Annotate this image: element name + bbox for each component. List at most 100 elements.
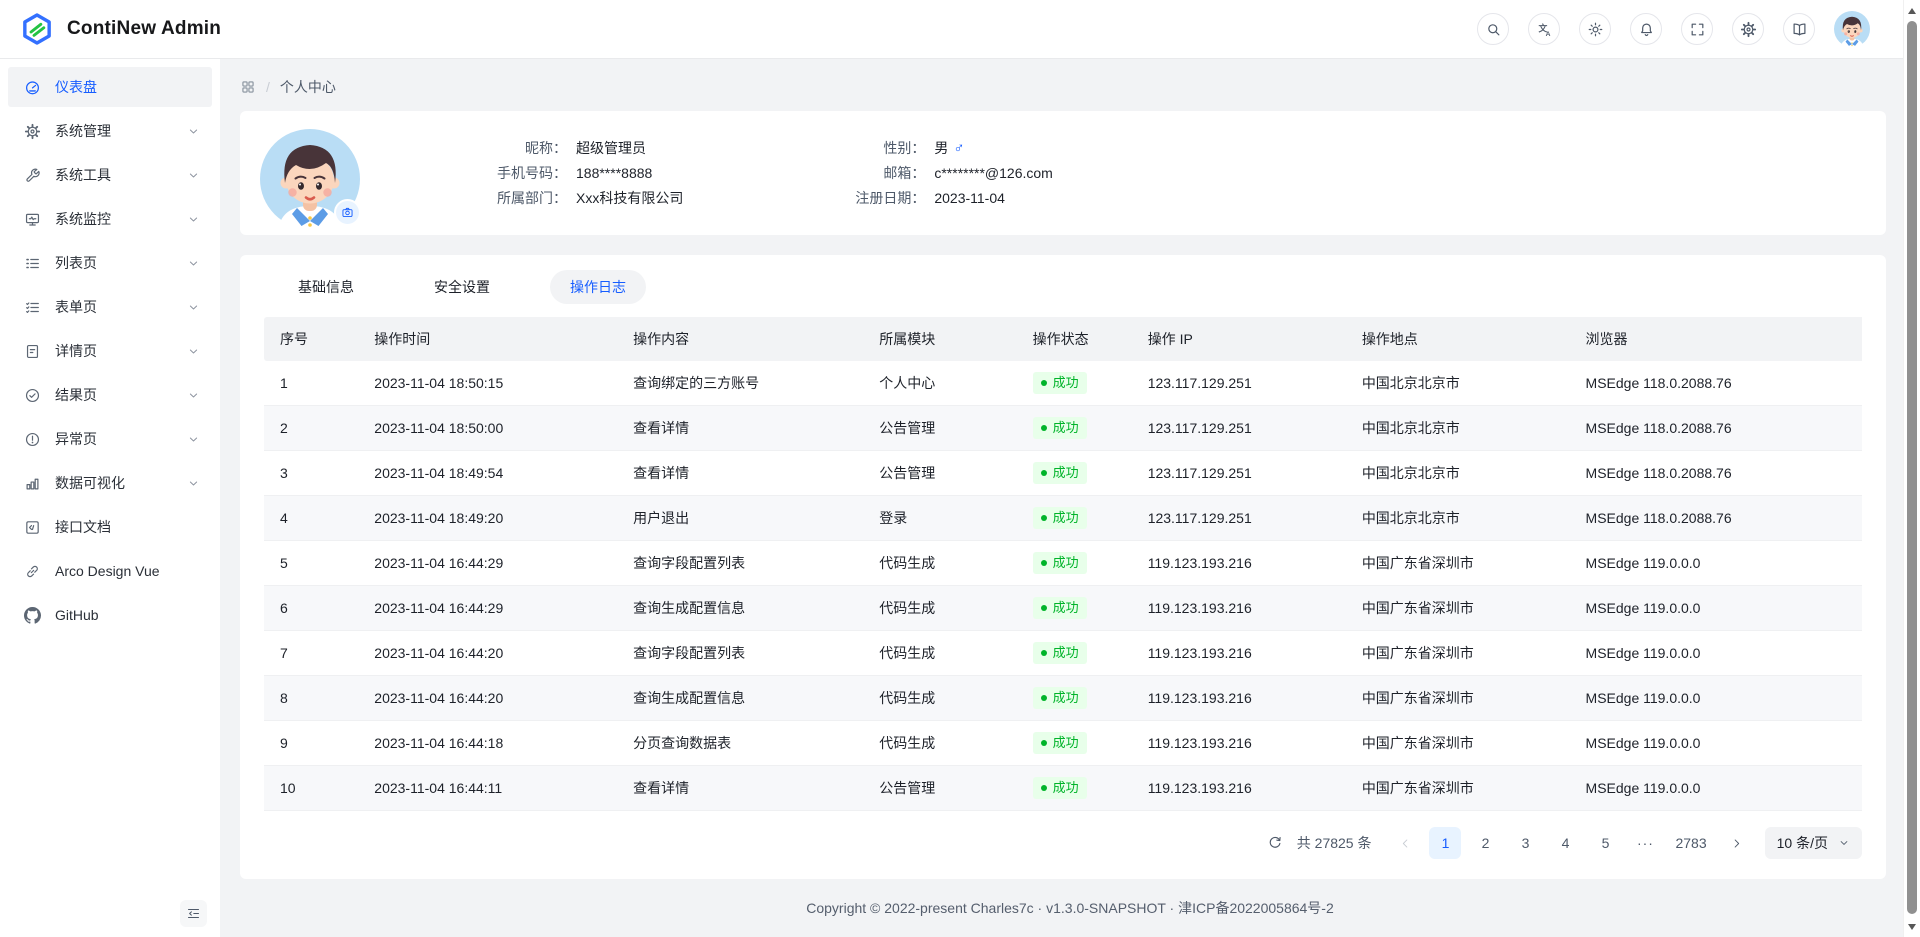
next-page-button[interactable] [1721,827,1753,859]
cell-browser: MSEdge 118.0.2088.76 [1570,451,1862,496]
status-label: 成功 [1053,375,1079,391]
field-label: 昵称： [455,138,567,158]
prev-page-button[interactable] [1389,827,1421,859]
column-header: 操作状态 [1017,317,1132,361]
page-2783-button[interactable]: 2783 [1669,827,1712,859]
cell-browser: MSEdge 119.0.0.0 [1570,541,1862,586]
sidebar-item-system-monitor[interactable]: 系统监控 [8,199,212,239]
cell-serial: 9 [264,721,358,766]
cell-ip: 119.123.193.216 [1132,586,1346,631]
pagination-ellipsis[interactable]: ··· [1629,827,1661,859]
scrollbar-down-arrow[interactable] [1908,924,1916,930]
sidebar-item-system-management[interactable]: 系统管理 [8,111,212,151]
sidebar-item-data-visualization[interactable]: 数据可视化 [8,463,212,503]
status-badge: 成功 [1033,597,1087,619]
menu-item-icon [24,475,41,492]
field-value: c********@126.com [934,165,1053,181]
sidebar-item-form-page[interactable]: 表单页 [8,287,212,327]
scrollbar-thumb[interactable] [1907,21,1917,914]
cell-browser: MSEdge 119.0.0.0 [1570,766,1862,811]
table-row: 9 2023-11-04 16:44:18 分页查询数据表 代码生成 成功 11… [264,721,1862,766]
field-label: 手机号码： [455,163,567,183]
page-5-button[interactable]: 5 [1589,827,1621,859]
cell-browser: MSEdge 119.0.0.0 [1570,721,1862,766]
cell-time: 2023-11-04 16:44:29 [358,586,617,631]
table-row: 5 2023-11-04 16:44:29 查询字段配置列表 代码生成 成功 1… [264,541,1862,586]
language-button[interactable] [1528,13,1560,45]
settings-button[interactable] [1732,13,1764,45]
profile-avatar[interactable] [260,129,360,229]
cell-module: 登录 [863,496,1016,541]
refresh-button[interactable] [1261,829,1289,857]
sidebar-item-exception-page[interactable]: 异常页 [8,419,212,459]
table-row: 10 2023-11-04 16:44:11 查看详情 公告管理 成功 119.… [264,766,1862,811]
profile-field: 昵称： 超级管理员 [455,136,683,161]
sidebar-item-dashboard[interactable]: 仪表盘 [8,67,212,107]
cell-serial: 7 [264,631,358,676]
cell-serial: 4 [264,496,358,541]
sidebar-item-system-tools[interactable]: 系统工具 [8,155,212,195]
field-value: Xxx科技有限公司 [576,188,683,208]
cell-serial: 3 [264,451,358,496]
status-dot-icon [1041,695,1047,701]
sidebar-item-result-page[interactable]: 结果页 [8,375,212,415]
cell-location: 中国北京北京市 [1346,451,1570,496]
chevron-down-icon [187,125,200,138]
table-row: 2 2023-11-04 18:50:00 查看详情 公告管理 成功 123.1… [264,406,1862,451]
sidebar-item-api-docs[interactable]: 接口文档 [8,507,212,547]
page-1-button[interactable]: 1 [1429,827,1461,859]
apps-icon[interactable] [240,79,256,95]
operation-log-table: 序号 操作时间 操作内容 所属模块 操作状态 操作 IP 操作地点 [264,317,1862,811]
sidebar-item-github[interactable]: GitHub [8,595,212,635]
field-value: 2023-11-04 [934,190,1005,206]
sidebar-item-list-page[interactable]: 列表页 [8,243,212,283]
cell-serial: 5 [264,541,358,586]
cell-browser: MSEdge 118.0.2088.76 [1570,361,1862,406]
cell-location: 中国广东省深圳市 [1346,631,1570,676]
tab-basic-info[interactable]: 基础信息 [278,270,374,304]
field-value: 男 [934,138,948,158]
tab-security-settings[interactable]: 安全设置 [414,270,510,304]
status-label: 成功 [1053,510,1079,526]
cell-serial: 10 [264,766,358,811]
page-4-button[interactable]: 4 [1549,827,1581,859]
page-size-select[interactable]: 10 条/页 [1765,827,1862,859]
scrollbar-up-arrow[interactable] [1908,8,1916,14]
sidebar-item-arco-design-vue[interactable]: Arco Design Vue [8,551,212,591]
cell-time: 2023-11-04 16:44:20 [358,631,617,676]
cell-location: 中国北京北京市 [1346,406,1570,451]
status-label: 成功 [1053,555,1079,571]
page-2-button[interactable]: 2 [1469,827,1501,859]
sidebar-item-detail-page[interactable]: 详情页 [8,331,212,371]
cell-browser: MSEdge 119.0.0.0 [1570,676,1862,721]
tab-operation-log[interactable]: 操作日志 [550,270,646,304]
cell-ip: 119.123.193.216 [1132,766,1346,811]
cell-time: 2023-11-04 18:50:15 [358,361,617,406]
field-value: 188****8888 [576,165,652,181]
page-3-button[interactable]: 3 [1509,827,1541,859]
cell-status: 成功 [1017,721,1132,766]
table-row: 4 2023-11-04 18:49:20 用户退出 登录 成功 123.117… [264,496,1862,541]
status-dot-icon [1041,740,1047,746]
operation-log-card: 基础信息 安全设置 操作日志 序号 操作时间 [240,255,1886,879]
menu-item-icon [24,387,41,404]
collapse-sidebar-button[interactable] [180,900,207,927]
docs-button[interactable] [1783,13,1815,45]
search-button[interactable] [1477,13,1509,45]
status-badge: 成功 [1033,777,1087,799]
notifications-button[interactable] [1630,13,1662,45]
menu-item-label: 仪表盘 [55,77,200,97]
fullscreen-button[interactable] [1681,13,1713,45]
column-header: 操作时间 [358,317,617,361]
cell-serial: 6 [264,586,358,631]
cell-ip: 119.123.193.216 [1132,676,1346,721]
cell-serial: 1 [264,361,358,406]
theme-toggle-button[interactable] [1579,13,1611,45]
field-label: 邮箱： [833,163,925,183]
vertical-scrollbar[interactable] [1903,0,1920,937]
status-dot-icon [1041,650,1047,656]
change-avatar-button[interactable] [334,199,361,226]
user-avatar[interactable] [1834,11,1870,47]
status-badge: 成功 [1033,372,1087,394]
status-label: 成功 [1053,420,1079,436]
